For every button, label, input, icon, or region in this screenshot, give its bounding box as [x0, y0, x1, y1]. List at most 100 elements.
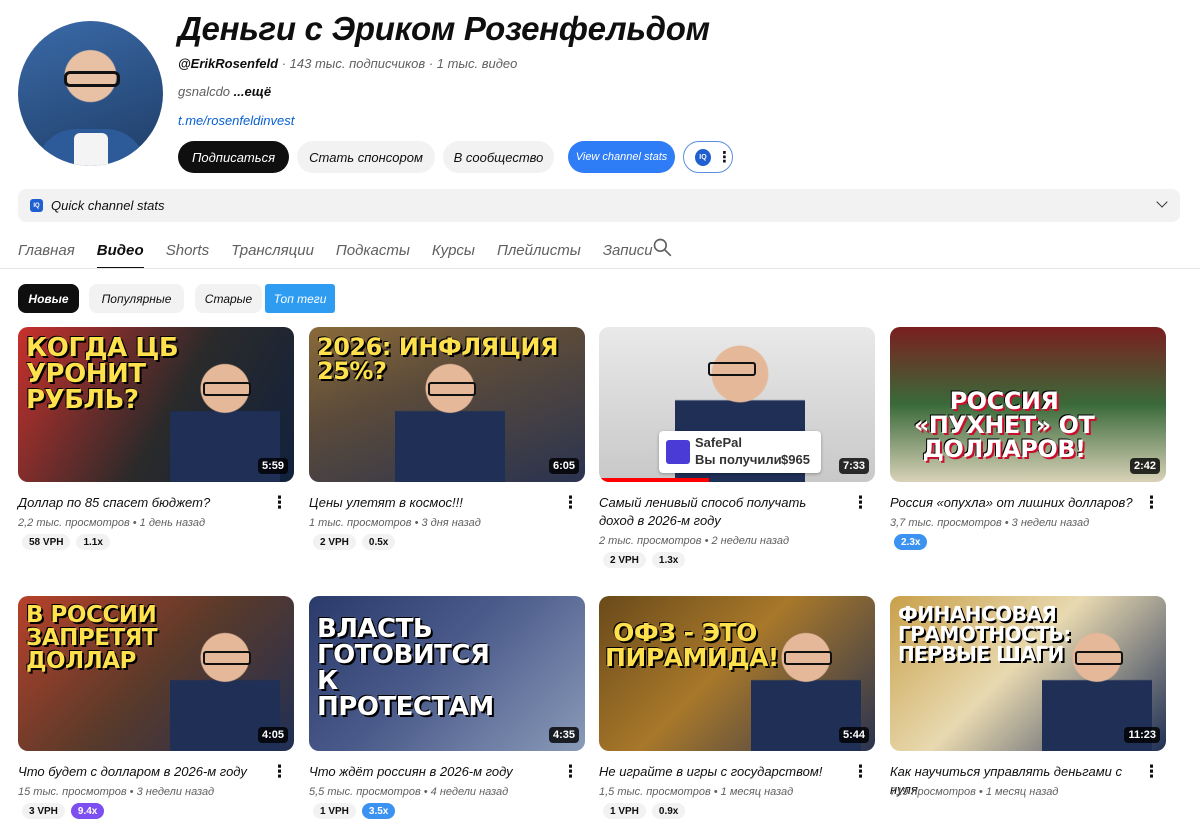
tab-podcasts[interactable]: Подкасты [336, 231, 410, 269]
video-title[interactable]: Не играйте в игры с государством! [599, 763, 844, 781]
tab-posts[interactable]: Записи [603, 231, 653, 269]
channel-description[interactable]: gsnalcdo ...ещё [178, 84, 271, 99]
chip-popular[interactable]: Популярные [89, 284, 184, 313]
vph-pill: 58 VPH [22, 534, 71, 550]
video-duration: 4:35 [548, 727, 579, 743]
ratio-pill: 2.3x [894, 534, 928, 550]
tab-shorts[interactable]: Shorts [166, 231, 209, 269]
thumbnail-text: ВЛАСТЬ ГОТОВИТСЯ К ПРОТЕСТАМ [317, 614, 494, 722]
video-meta: 15 тыс. просмотров • 3 недели назад [18, 786, 215, 798]
video-title[interactable]: Цены улетят в космос!!! [309, 494, 554, 512]
vph-pill: 2 VPH [313, 534, 356, 550]
channel-tabs: Главная Видео Shorts Трансляции Подкасты… [18, 231, 675, 269]
video-thumbnail[interactable]: 2026: ИНФЛЯЦИЯ 25%? 6:05 [309, 327, 585, 482]
sponsor-button[interactable]: Стать спонсором [297, 141, 435, 173]
channel-link[interactable]: t.me/rosenfeldinvest [178, 113, 294, 128]
vph-pill: 2 VPH [603, 552, 646, 568]
video-meta: 2,2 тыс. просмотров • 1 день назад [18, 517, 206, 529]
more-vert-icon[interactable]: ⋮ [271, 494, 288, 512]
quick-channel-stats-bar[interactable]: IQ Quick channel stats [18, 189, 1180, 222]
tab-live[interactable]: Трансляции [231, 231, 314, 269]
more-vert-icon[interactable]: ⋮ [562, 494, 579, 512]
video-stats-pills: 1 VPH 0.9x [603, 803, 686, 819]
ratio-pill: 1.1x [76, 534, 110, 550]
progress-bar [599, 478, 710, 482]
description-text: gsnalcdo [178, 84, 234, 99]
tab-playlists[interactable]: Плейлисты [497, 231, 581, 269]
more-vert-icon[interactable]: ⋮ [271, 763, 288, 781]
thumbnail-text: ОФЗ - ЭТО ПИРАМИДА! [605, 618, 779, 672]
vph-pill: 1 VPH [603, 803, 646, 819]
tabs-divider [0, 268, 1200, 269]
video-duration: 5:59 [257, 458, 288, 474]
video-card[interactable]: 2026: ИНФЛЯЦИЯ 25%? 6:05 Цены улетят в к… [309, 327, 585, 550]
chevron-down-icon[interactable] [1156, 196, 1168, 208]
vph-pill: 3 VPH [22, 803, 65, 819]
avatar-shirt [74, 133, 108, 166]
ratio-pill: 0.9x [651, 803, 686, 819]
video-meta: 1 тыс. просмотров • 3 дня назад [309, 517, 481, 529]
safepal-logo-icon [666, 440, 690, 464]
video-title[interactable]: Самый ленивый способ получать доход в 20… [599, 494, 844, 530]
safepal-amount: $965 [781, 452, 810, 467]
video-stats-pills: 1 VPH 3.5x [313, 803, 396, 819]
video-stats-pills: 3 VPH 9.4x [22, 803, 105, 819]
video-card[interactable]: РОССИЯ «ПУХНЕТ» ОТ ДОЛЛАРОВ! 2:42 Россия… [890, 327, 1166, 550]
community-button[interactable]: В сообщество [443, 141, 554, 173]
channel-title: Деньги с Эриком Розенфельдом [178, 10, 710, 47]
safepal-text: Вы получили [695, 452, 782, 467]
more-vert-icon[interactable]: ⋮ [1143, 763, 1160, 781]
video-title[interactable]: Россия «опухла» от лишних долларов? [890, 494, 1135, 512]
more-vert-icon[interactable]: ⋮ [852, 494, 869, 512]
video-meta: 1,5 тыс. просмотров • 1 месяц назад [599, 786, 794, 798]
iq-extension-button[interactable]: IQ ⋮ [683, 141, 733, 173]
subscribe-button[interactable]: Подписаться [178, 141, 289, 173]
chip-old[interactable]: Старые [195, 284, 262, 313]
safepal-brand: SafePal [695, 435, 742, 450]
video-title[interactable]: Доллар по 85 спасет бюджет? [18, 494, 263, 512]
video-thumbnail[interactable]: ОФЗ - ЭТО ПИРАМИДА! 5:44 [599, 596, 875, 751]
video-thumbnail[interactable]: SafePal Вы получили $965 7:33 [599, 327, 875, 482]
video-card[interactable]: SafePal Вы получили $965 7:33 Самый лени… [599, 327, 875, 568]
video-meta: 2 тыс. просмотров • 2 недели назад [599, 535, 790, 547]
tab-home[interactable]: Главная [18, 231, 75, 269]
video-thumbnail[interactable]: В РОССИИ ЗАПРЕТЯТ ДОЛЛАР 4:05 [18, 596, 294, 751]
chip-top-tags[interactable]: Топ теги [265, 284, 335, 313]
video-duration: 6:05 [548, 458, 579, 474]
video-duration: 4:05 [257, 727, 288, 743]
vph-pill: 1 VPH [313, 803, 356, 819]
more-vert-icon[interactable]: ⋮ [852, 763, 869, 781]
video-card[interactable]: ФИНАНСОВАЯ ГРАМОТНОСТЬ: ПЕРВЫЕ ШАГИ 11:2… [890, 596, 1166, 798]
thumbnail-person [395, 352, 505, 482]
video-card[interactable]: ОФЗ - ЭТО ПИРАМИДА! 5:44 Не играйте в иг… [599, 596, 875, 819]
video-stats-pills: 2 VPH 0.5x [313, 534, 396, 550]
channel-handle[interactable]: @ErikRosenfeld [178, 56, 278, 71]
ratio-pill: 0.5x [361, 534, 396, 550]
video-thumbnail[interactable]: ВЛАСТЬ ГОТОВИТСЯ К ПРОТЕСТАМ 4:35 [309, 596, 585, 751]
video-thumbnail[interactable]: КОГДА ЦБ УРОНИТ РУБЛЬ? 5:59 [18, 327, 294, 482]
video-duration: 2:42 [1129, 458, 1160, 474]
video-stats-pills: 2 VPH 1.3x [603, 552, 686, 568]
channel-meta: @ErikRosenfeld · 143 тыс. подписчиков · … [178, 56, 517, 71]
view-channel-stats-button[interactable]: View channel stats [568, 141, 675, 173]
channel-avatar[interactable] [18, 21, 163, 166]
video-stats-pills: 2.3x [894, 534, 928, 550]
safepal-overlay: SafePal Вы получили $965 [659, 431, 821, 473]
tab-courses[interactable]: Курсы [432, 231, 475, 269]
more-vert-icon[interactable]: ⋮ [562, 763, 579, 781]
video-card[interactable]: ВЛАСТЬ ГОТОВИТСЯ К ПРОТЕСТАМ 4:35 Что жд… [309, 596, 585, 819]
video-card[interactable]: КОГДА ЦБ УРОНИТ РУБЛЬ? 5:59 Доллар по 85… [18, 327, 294, 550]
video-thumbnail[interactable]: ФИНАНСОВАЯ ГРАМОТНОСТЬ: ПЕРВЫЕ ШАГИ 11:2… [890, 596, 1166, 751]
video-thumbnail[interactable]: РОССИЯ «ПУХНЕТ» ОТ ДОЛЛАРОВ! 2:42 [890, 327, 1166, 482]
more-link[interactable]: ...ещё [234, 84, 271, 99]
more-vert-icon[interactable]: ⋮ [1143, 494, 1160, 512]
tab-videos[interactable]: Видео [96, 231, 144, 269]
video-title[interactable]: Что ждёт россиян в 2026-м году [309, 763, 554, 781]
iq-icon: IQ [695, 148, 711, 166]
video-meta: 719 просмотров • 1 месяц назад [890, 786, 1059, 798]
thumbnail-text: РОССИЯ «ПУХНЕТ» ОТ ДОЛЛАРОВ! [913, 387, 1095, 463]
chip-new[interactable]: Новые [18, 284, 79, 313]
video-card[interactable]: В РОССИИ ЗАПРЕТЯТ ДОЛЛАР 4:05 Что будет … [18, 596, 294, 819]
video-title[interactable]: Что будет с долларом в 2026-м году [18, 763, 263, 781]
search-icon[interactable] [652, 237, 672, 257]
